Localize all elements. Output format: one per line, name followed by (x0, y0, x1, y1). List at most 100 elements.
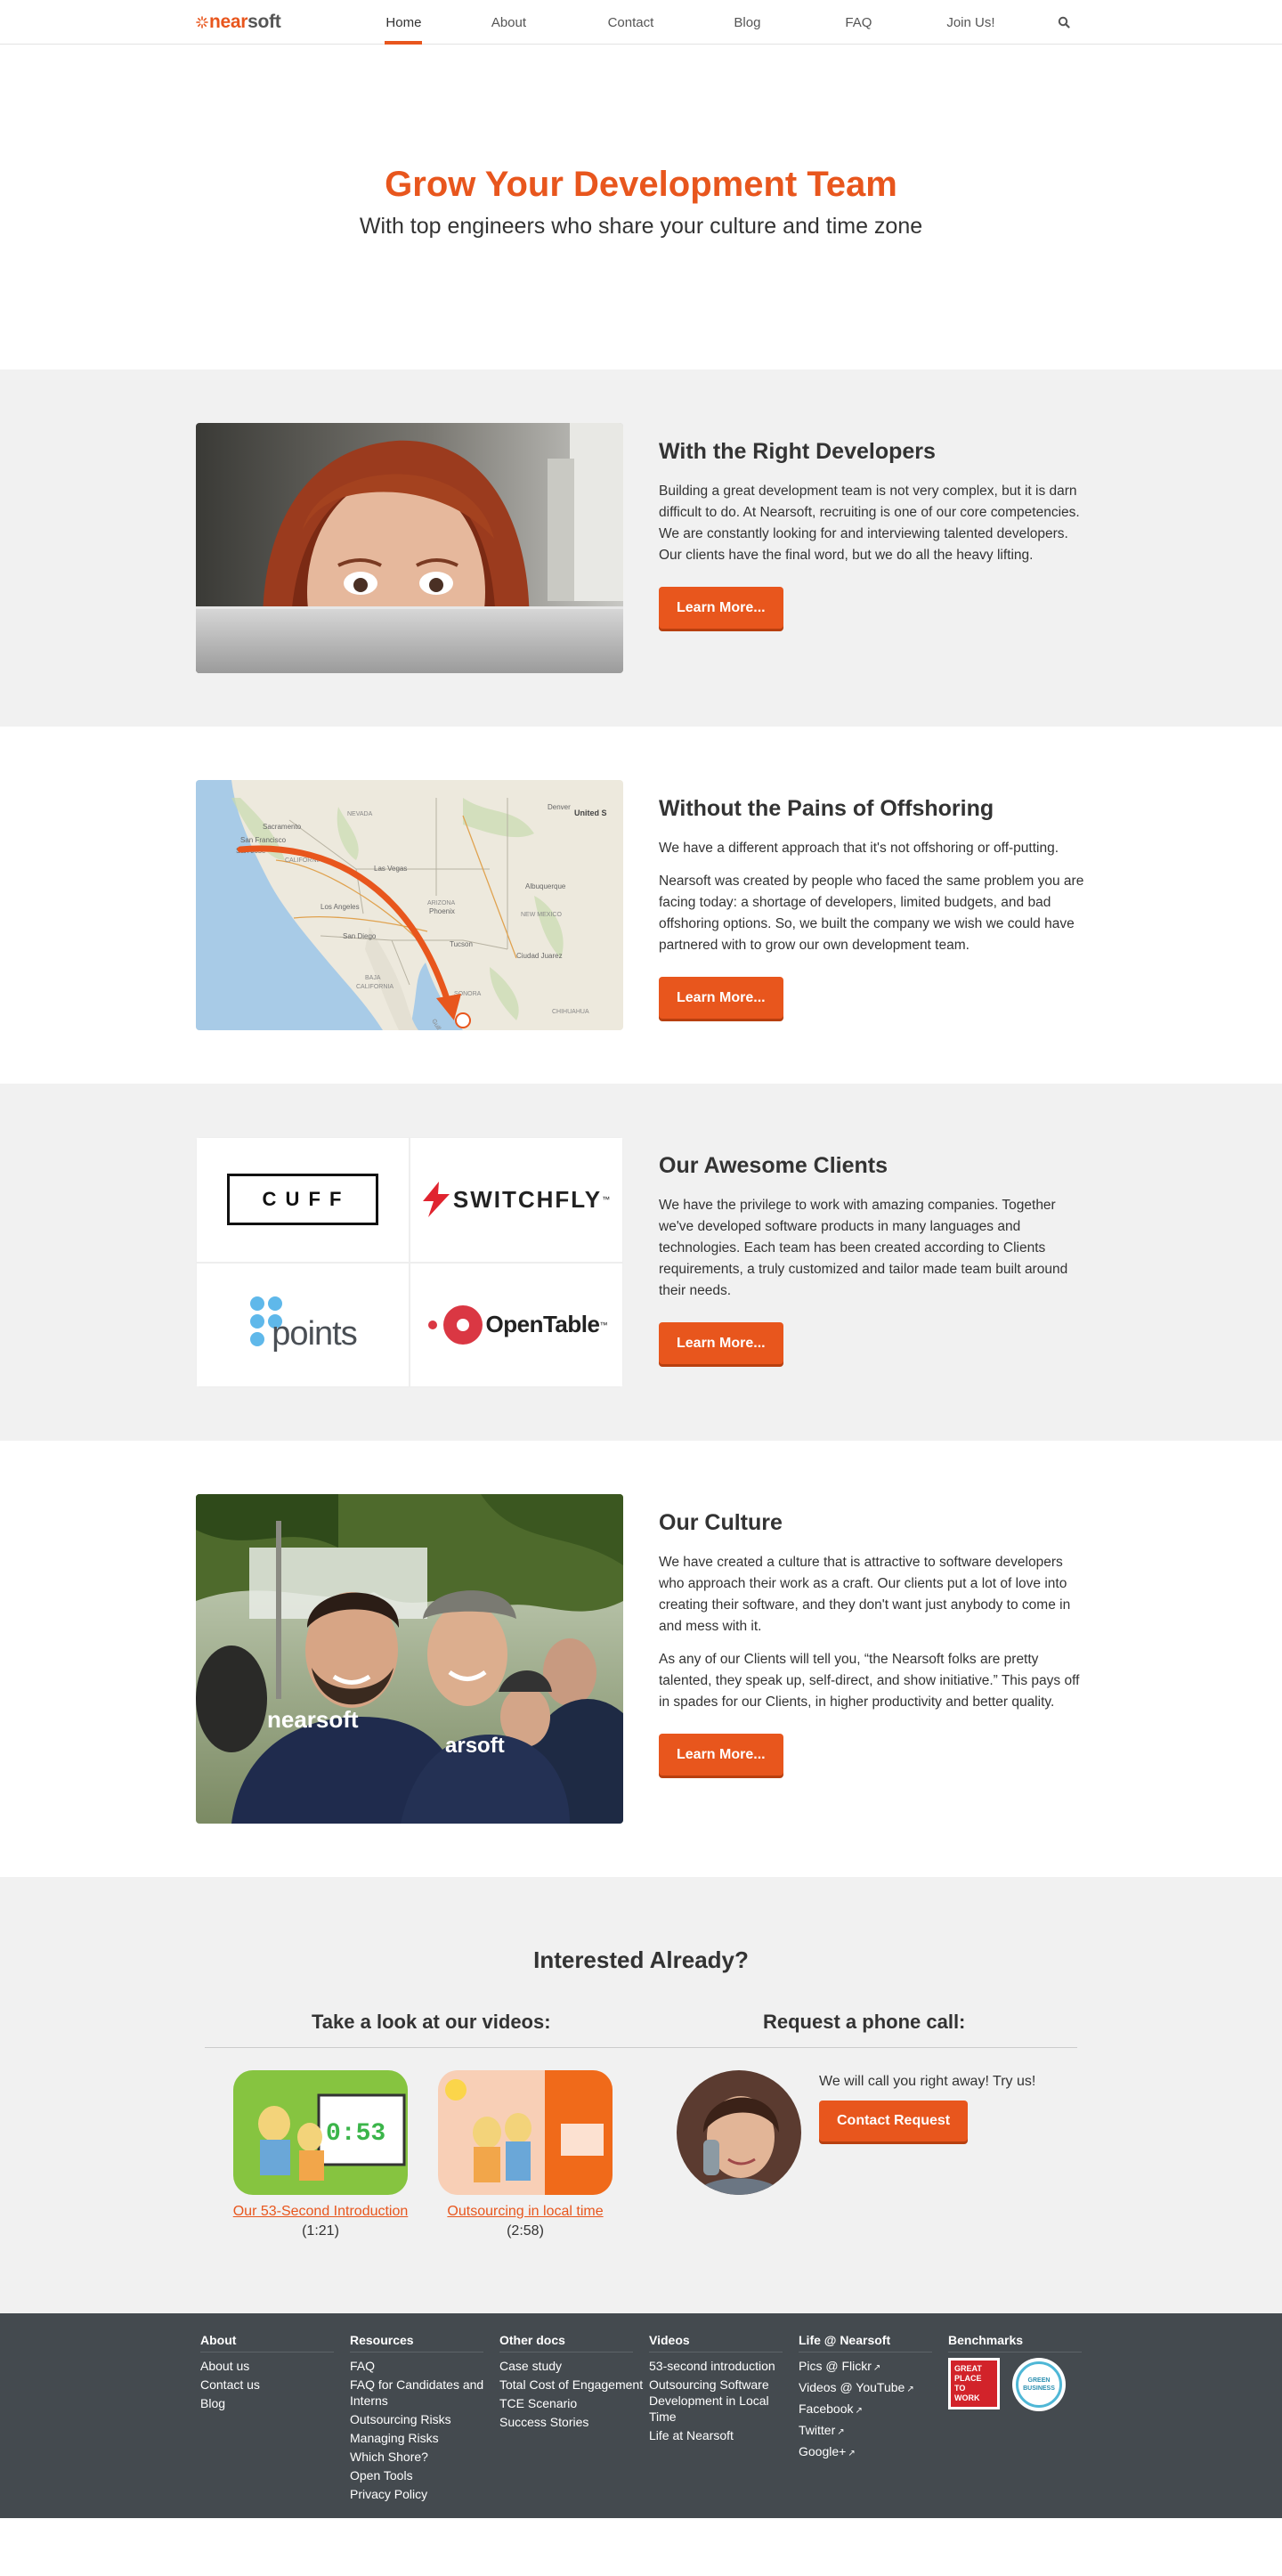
footer-link[interactable]: FAQ (350, 2358, 499, 2374)
external-link-icon: ↗ (872, 2363, 881, 2373)
learn-more-button[interactable]: Learn More... (659, 977, 783, 1019)
green-business-badge[interactable]: GREEN BUSINESS (1012, 2358, 1066, 2411)
map-label-baja: BAJA (365, 975, 381, 981)
footer-col-videos: Videos 53-second introduction Outsourcin… (649, 2333, 799, 2505)
footer-link[interactable]: Outsourcing Risks (350, 2411, 499, 2427)
footer-link[interactable]: Case study (499, 2358, 649, 2374)
nearsoft-logo[interactable]: near soft (196, 12, 363, 33)
logo-text-soft: soft (247, 12, 281, 32)
nav-faq[interactable]: FAQ (807, 0, 910, 45)
videos-title: Take a look at our videos: (312, 2011, 551, 2033)
switchfly-text: SWITCHFLY (452, 1185, 603, 1213)
contact-request-button[interactable]: Contact Request (819, 2101, 969, 2141)
section-offshoring: Sacramento San Francisco San Jose NEVADA… (0, 727, 1282, 1084)
footer-link[interactable]: Outsourcing Software Development in Loca… (649, 2377, 799, 2425)
client-cuff-logo: C U F F (196, 1137, 410, 1263)
external-link-icon: ↗ (837, 2427, 845, 2437)
developer-photo (196, 423, 623, 673)
footer-col-other-docs: Other docs Case study Total Cost of Enga… (499, 2333, 649, 2505)
map-label-united-states: United S (574, 809, 607, 817)
section-title: With the Right Developers (659, 439, 936, 464)
badge-text: GREAT (954, 2364, 982, 2373)
map-label-arizona: ARIZONA (427, 900, 455, 906)
footer-col-title: Benchmarks (948, 2333, 1082, 2353)
section-title: Our Culture (659, 1510, 783, 1535)
footer-col-title: Resources (350, 2333, 483, 2353)
footer-link[interactable]: Life at Nearsoft (649, 2427, 799, 2443)
footer-link[interactable]: Open Tools (350, 2467, 499, 2483)
footer-link[interactable]: Managing Risks (350, 2430, 499, 2446)
interested-section: Interested Already? Take a look at our v… (0, 1877, 1282, 2313)
video-local-time-thumbnail[interactable] (438, 2070, 613, 2195)
map-label-tucson: Tucson (450, 940, 473, 948)
interested-title: Interested Already? (533, 1946, 749, 1973)
footer-link[interactable]: 53-second introduction (649, 2358, 799, 2374)
section-paragraph: We have the privilege to work with amazi… (659, 1198, 1068, 1298)
footer-col-life: Life @ Nearsoft Pics @ Flickr ↗ Videos @ … (799, 2333, 948, 2505)
phone-title: Request a phone call: (763, 2011, 966, 2033)
nav-blog[interactable]: Blog (687, 0, 807, 45)
video-intro-thumbnail[interactable]: 0:53 (233, 2070, 408, 2195)
cuff-text: C U F F (227, 1174, 378, 1226)
client-points-logo: points (196, 1262, 410, 1387)
footer-link-label: Twitter (799, 2423, 836, 2437)
nav-contact[interactable]: Contact (573, 0, 687, 45)
nav-about[interactable]: About (443, 0, 573, 45)
points-text: points (272, 1315, 357, 1353)
hero: Grow Your Development Team With top engi… (0, 45, 1282, 370)
switchfly-tm: ™ (602, 1195, 611, 1205)
section-paragraph: We have a different approach that it's n… (659, 841, 1059, 856)
footer-link[interactable]: Success Stories (499, 2414, 649, 2430)
footer-col-benchmarks: Benchmarks GREAT PLACE TO WORK GREEN BUS… (948, 2333, 1098, 2505)
nav-join-us[interactable]: Join Us! (910, 0, 1031, 45)
footer-link[interactable]: FAQ for Candidates and Interns (350, 2377, 499, 2409)
footer-col-resources: Resources FAQ FAQ for Candidates and Int… (350, 2333, 499, 2505)
footer-link-google-plus[interactable]: Google+ ↗ (799, 2443, 948, 2462)
footer-link-facebook[interactable]: Facebook ↗ (799, 2401, 948, 2419)
culture-photo: nearsoft arsoft (196, 1494, 623, 1824)
phone-avatar (677, 2070, 801, 2195)
video-intro-duration: (1:21) (302, 2223, 339, 2239)
footer-link[interactable]: Contact us (200, 2377, 350, 2393)
section-paragraph: Nearsoft was created by people who faced… (659, 874, 1084, 953)
hero-title: Grow Your Development Team (385, 164, 897, 204)
footer-link[interactable]: Privacy Policy (350, 2486, 499, 2502)
client-switchfly-logo: SWITCHFLY ™ (410, 1137, 623, 1263)
video-local-time: Outsourcing in local time (2:58) (423, 2070, 628, 2239)
external-link-icon: ↗ (848, 2449, 856, 2458)
learn-more-button[interactable]: Learn More... (659, 1322, 783, 1364)
map-label-denver: Denver (548, 803, 571, 811)
logo-text-near: near (209, 12, 248, 32)
shirt-logo-text-2: arsoft (445, 1734, 505, 1758)
call-text: We will call you right away! Try us! (819, 2074, 1036, 2089)
learn-more-button[interactable]: Learn More... (659, 1734, 783, 1776)
footer-link-label: Google+ (799, 2444, 847, 2458)
footer-link-flickr[interactable]: Pics @ Flickr ↗ (799, 2358, 948, 2377)
section-paragraph: Building a great development team is not… (659, 484, 1080, 563)
footer-link[interactable]: TCE Scenario (499, 2395, 649, 2411)
map-label-san-diego: San Diego (343, 932, 377, 940)
video-local-time-link[interactable]: Outsourcing in local time (423, 2204, 628, 2220)
footer-link[interactable]: Blog (200, 2395, 350, 2411)
footer-link[interactable]: Which Shore? (350, 2449, 499, 2465)
opentable-dot-icon (427, 1304, 483, 1345)
section-paragraph: As any of our Clients will tell you, “th… (659, 1652, 1080, 1710)
video-intro-link[interactable]: Our 53-Second Introduction (218, 2204, 423, 2220)
external-link-icon: ↗ (906, 2385, 914, 2394)
map-label-albuquerque: Albuquerque (525, 882, 566, 890)
footer-link-youtube[interactable]: Videos @ YouTube ↗ (799, 2379, 948, 2398)
badge-text: PLACE (954, 2374, 982, 2383)
map-label-los-angeles: Los Angeles (320, 903, 360, 911)
logo-asterisk-icon (196, 12, 208, 32)
search-button[interactable] (1042, 0, 1086, 45)
learn-more-button[interactable]: Learn More... (659, 587, 783, 629)
client-opentable-logo: OpenTable ™ (410, 1262, 623, 1387)
opentable-tm: ™ (599, 1320, 608, 1329)
opentable-text: OpenTable (485, 1311, 600, 1338)
video-screen-text: 0:53 (326, 2120, 385, 2148)
footer-link[interactable]: Total Cost of Engagement (499, 2377, 649, 2393)
nav-home[interactable]: Home (363, 0, 443, 45)
great-place-to-work-badge[interactable]: GREAT PLACE TO WORK (948, 2358, 1000, 2409)
footer-link-twitter[interactable]: Twitter ↗ (799, 2422, 948, 2441)
footer-link[interactable]: About us (200, 2358, 350, 2374)
